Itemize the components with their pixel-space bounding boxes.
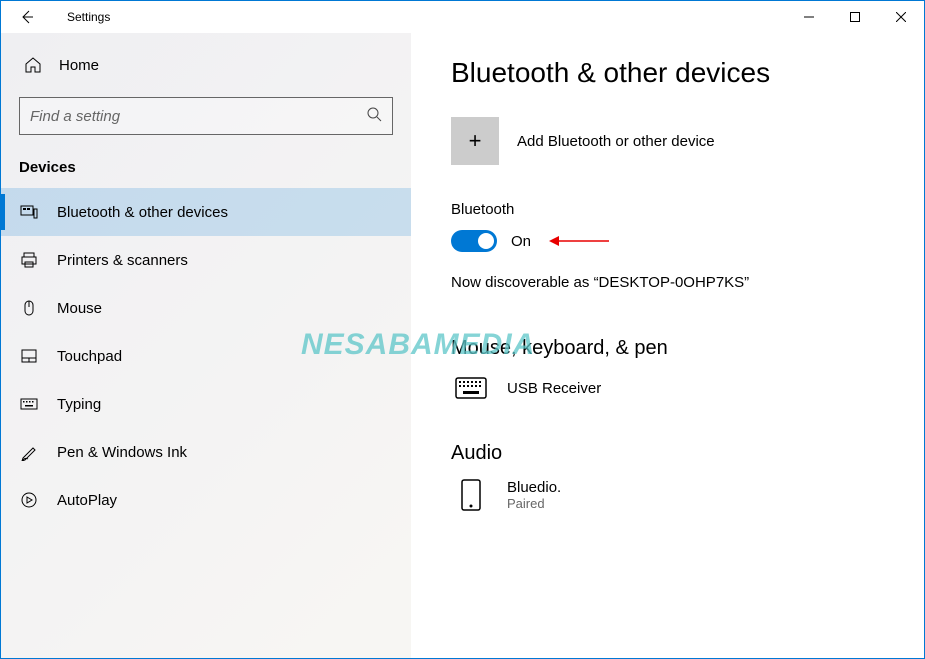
close-button[interactable] <box>878 1 924 33</box>
home-label: Home <box>59 57 99 74</box>
touchpad-icon <box>19 346 39 366</box>
sidebar-item-label: Pen & Windows Ink <box>57 444 187 461</box>
bluetooth-toggle-row: On <box>451 230 884 252</box>
bluetooth-devices-icon <box>19 202 39 222</box>
sidebar-item-bluetooth[interactable]: Bluetooth & other devices <box>1 188 411 236</box>
arrow-left-icon <box>19 9 35 25</box>
device-name: USB Receiver <box>507 380 601 397</box>
plus-icon: + <box>451 117 499 165</box>
keyboard-icon <box>19 394 39 414</box>
printer-icon <box>19 250 39 270</box>
sidebar-item-label: Bluetooth & other devices <box>57 204 228 221</box>
sidebar-item-label: Printers & scanners <box>57 252 188 269</box>
content-area: Bluetooth & other devices + Add Bluetoot… <box>411 33 924 658</box>
autoplay-icon <box>19 490 39 510</box>
sidebar-item-pen[interactable]: Pen & Windows Ink <box>1 428 411 476</box>
sidebar-item-printers[interactable]: Printers & scanners <box>1 236 411 284</box>
device-row-bluedio[interactable]: Bluedio. Paired <box>451 479 884 511</box>
sidebar-item-touchpad[interactable]: Touchpad <box>1 332 411 380</box>
device-name: Bluedio. <box>507 479 561 496</box>
home-icon <box>23 56 43 74</box>
phone-device-icon <box>455 481 487 509</box>
sidebar-item-autoplay[interactable]: AutoPlay <box>1 476 411 524</box>
home-nav[interactable]: Home <box>1 43 411 87</box>
sidebar-item-label: Touchpad <box>57 348 122 365</box>
maximize-button[interactable] <box>832 1 878 33</box>
add-device-button[interactable]: + Add Bluetooth or other device <box>451 117 884 165</box>
pen-icon <box>19 442 39 462</box>
sidebar-item-label: Mouse <box>57 300 102 317</box>
titlebar: Settings <box>1 1 924 33</box>
search-icon <box>366 106 382 127</box>
section-audio-title: Audio <box>451 442 884 465</box>
window-controls <box>786 1 924 33</box>
device-row-usb-receiver[interactable]: USB Receiver <box>451 374 884 402</box>
add-device-label: Add Bluetooth or other device <box>517 133 715 150</box>
keyboard-device-icon <box>455 374 487 402</box>
search-input[interactable] <box>30 108 366 125</box>
device-status: Paired <box>507 496 561 511</box>
window-title: Settings <box>67 10 110 24</box>
sidebar: Home Devices Bluetooth & other devices P… <box>1 33 411 658</box>
annotation-arrow <box>549 235 609 247</box>
sidebar-item-mouse[interactable]: Mouse <box>1 284 411 332</box>
minimize-button[interactable] <box>786 1 832 33</box>
maximize-icon <box>850 12 860 22</box>
discoverable-text: Now discoverable as “DESKTOP-0OHP7KS” <box>451 274 884 291</box>
search-box[interactable] <box>19 97 393 135</box>
sidebar-item-label: Typing <box>57 396 101 413</box>
minimize-icon <box>804 12 814 22</box>
section-mouse-title: Mouse, keyboard, & pen <box>451 337 884 360</box>
sidebar-item-label: AutoPlay <box>57 492 117 509</box>
bluetooth-label: Bluetooth <box>451 201 884 218</box>
page-title: Bluetooth & other devices <box>451 57 884 89</box>
bluetooth-toggle[interactable] <box>451 230 497 252</box>
back-button[interactable] <box>11 1 43 33</box>
mouse-icon <box>19 298 39 318</box>
sidebar-item-typing[interactable]: Typing <box>1 380 411 428</box>
close-icon <box>896 12 906 22</box>
toggle-state-label: On <box>511 233 531 250</box>
category-header: Devices <box>1 135 411 188</box>
